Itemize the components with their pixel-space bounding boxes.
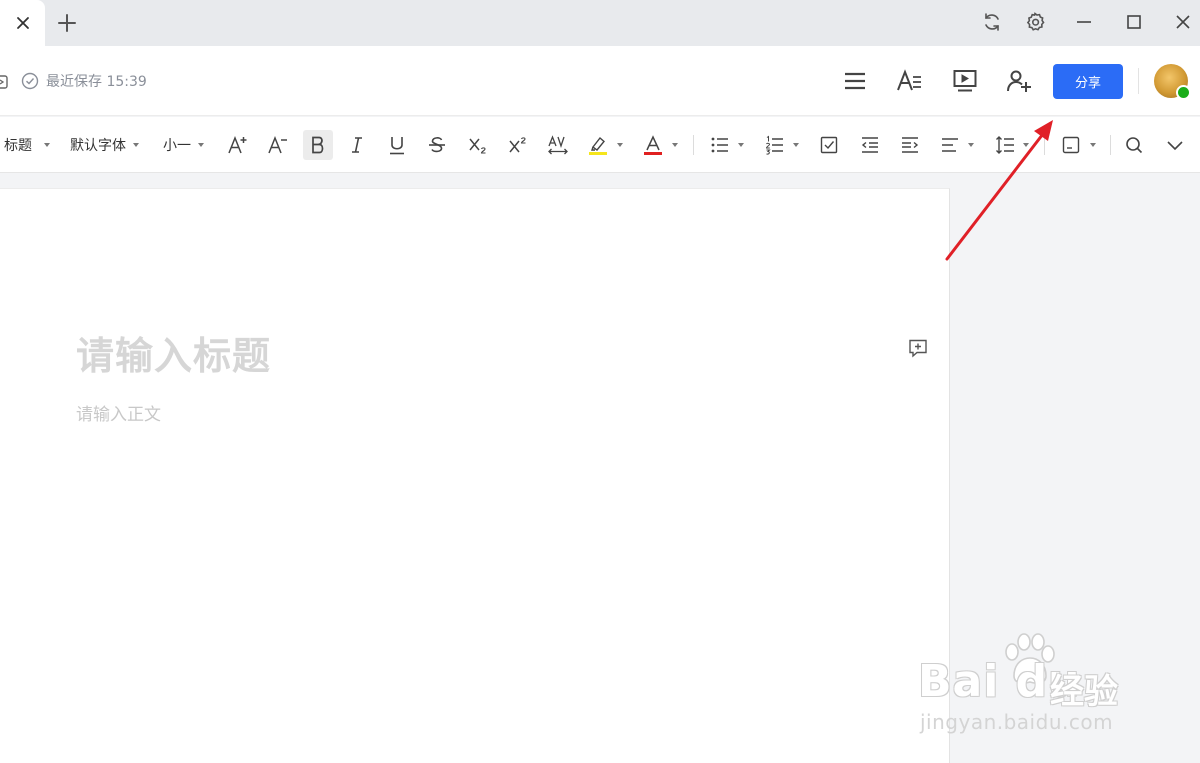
decrease-font-icon[interactable] [267,134,289,156]
add-collaborator-icon[interactable] [1006,68,1032,94]
format-toolbar: 标题 默认字体 小一 [0,117,1200,173]
insert-block-dropdown-icon[interactable] [1090,143,1096,147]
paragraph-style-value: 标题 [4,138,32,154]
font-family-select[interactable]: 默认字体 [70,135,139,155]
watermark-url: jingyan.baidu.com [920,710,1114,734]
font-color-icon[interactable] [642,134,664,156]
checklist-icon[interactable] [818,134,840,156]
font-size-select[interactable]: 小一 [163,135,204,155]
strikethrough-icon[interactable] [426,134,448,156]
toolbar-divider [693,135,694,155]
font-size-value: 小一 [163,138,191,154]
more-chevron-down-icon[interactable] [1164,134,1186,156]
toolbar-divider [1110,135,1111,155]
insert-block-icon[interactable] [1060,134,1082,156]
save-status: 最近保存 15:39 [21,71,147,91]
highlight-icon[interactable] [587,134,609,156]
chevron-down-icon [198,143,204,147]
bullet-list-dropdown-icon[interactable] [738,143,744,147]
bold-icon[interactable] [307,134,329,156]
header-divider [1138,68,1139,94]
line-spacing-icon[interactable] [994,134,1016,156]
align-icon[interactable] [939,134,961,156]
avatar[interactable] [1154,64,1191,100]
watermark-cn: 经验 [1050,672,1118,712]
add-comment-icon[interactable] [907,337,929,359]
italic-icon[interactable] [346,134,368,156]
superscript-icon[interactable] [507,134,529,156]
outdent-icon[interactable] [859,134,881,156]
subscript-icon[interactable] [467,134,489,156]
paragraph-style-select[interactable]: 标题 [4,135,50,155]
chevron-down-icon [44,143,50,147]
document-page[interactable]: 请输入标题 请输入正文 [0,188,950,763]
numbered-list-dropdown-icon[interactable] [793,143,799,147]
indent-icon[interactable] [899,134,921,156]
settings-icon[interactable] [1024,11,1046,33]
save-status-text: 最近保存 15:39 [46,74,147,90]
numbered-list-icon[interactable] [764,134,786,156]
minimize-icon[interactable] [1073,11,1095,33]
document-tab[interactable] [0,0,45,46]
font-color-dropdown-icon[interactable] [672,143,678,147]
sidebar-toggle-icon[interactable] [0,74,8,89]
toolbar-divider [1044,135,1045,155]
bullet-list-icon[interactable] [709,134,731,156]
saved-check-icon [21,72,39,90]
present-icon[interactable] [952,68,978,94]
line-spacing-dropdown-icon[interactable] [1023,143,1029,147]
underline-icon[interactable] [386,134,408,156]
tab-bar [0,0,1200,46]
text-style-icon[interactable] [896,68,922,94]
align-dropdown-icon[interactable] [968,143,974,147]
body-placeholder[interactable]: 请输入正文 [76,400,161,425]
font-family-value: 默认字体 [70,138,126,154]
increase-font-icon[interactable] [227,134,249,156]
window-close-icon[interactable] [1172,11,1194,33]
document-header: 最近保存 15:39 分享 [0,46,1200,116]
menu-icon[interactable] [842,68,868,94]
chevron-down-icon [133,143,139,147]
search-icon[interactable] [1123,134,1145,156]
baidu-jingyan-watermark: Bai du 经验 jingyan.baidu.com [918,632,1148,742]
share-button[interactable]: 分享 [1053,64,1123,99]
maximize-icon[interactable] [1123,11,1145,33]
letter-spacing-icon[interactable] [547,134,569,156]
wechat-badge-icon [1176,85,1191,100]
sync-icon[interactable] [981,11,1003,33]
close-tab-icon[interactable] [14,14,32,32]
highlight-dropdown-icon[interactable] [617,143,623,147]
new-tab-plus-icon[interactable] [56,12,78,34]
title-placeholder[interactable]: 请输入标题 [76,325,271,380]
